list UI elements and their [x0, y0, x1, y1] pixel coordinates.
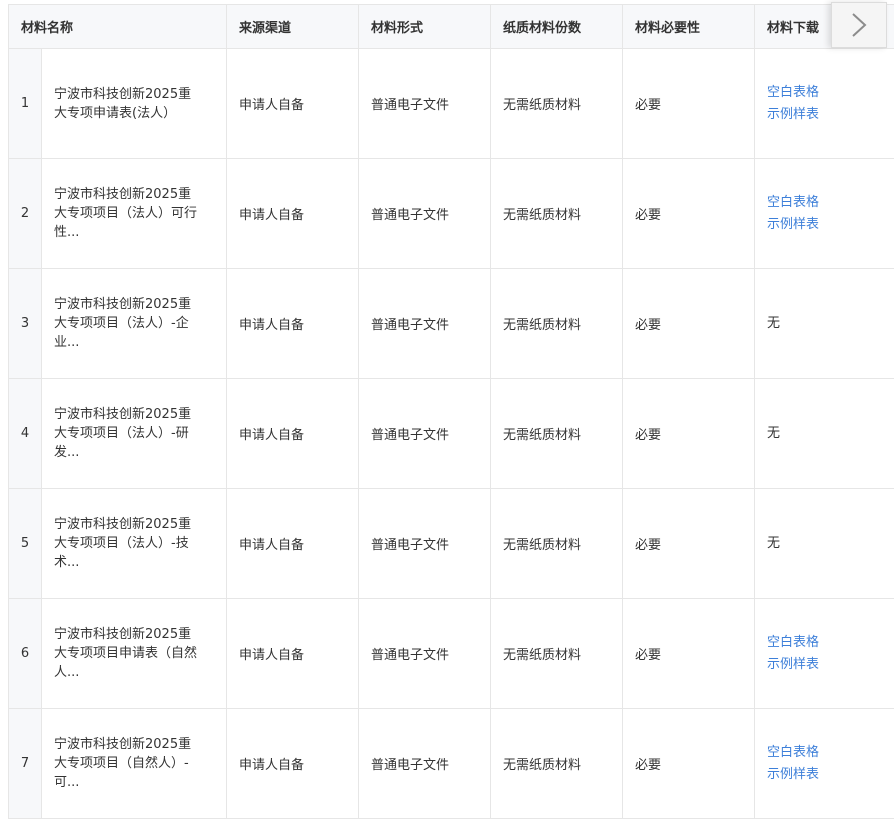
material-form: 普通电子文件 [358, 488, 492, 599]
material-name-line: 宁波市科技创新2025重 [54, 86, 192, 102]
no-download-text: 无 [767, 425, 781, 441]
blank-form-link[interactable]: 空白表格 [767, 192, 882, 214]
material-name[interactable]: 宁波市科技创新2025重 大专项申请表(法人） [40, 48, 228, 159]
material-name[interactable]: 宁波市科技创新2025重 大专项项目（法人）-研 发... [40, 378, 228, 489]
necessity: 必要 [622, 488, 756, 599]
table-row: 5 宁波市科技创新2025重 大专项项目（法人）-技 术... 申请人自备 普通… [8, 488, 894, 599]
table-row: 2 宁波市科技创新2025重 大专项项目（法人）可行 性... 申请人自备 普通… [8, 158, 894, 269]
material-name-line: 大专项申请表(法人） [54, 105, 177, 121]
table-row: 4 宁波市科技创新2025重 大专项项目（法人）-研 发... 申请人自备 普通… [8, 378, 894, 489]
table-header: 材料名称 来源渠道 材料形式 纸质材料份数 材料必要性 材料下载 [7, 4, 894, 49]
row-index: 2 [8, 158, 42, 269]
header-material-form: 材料形式 [358, 4, 492, 49]
material-name-line: 大专项项目申请表（自然 [54, 646, 198, 661]
paper-count: 无需纸质材料 [490, 708, 624, 819]
material-name-line: 宁波市科技创新2025重 [54, 297, 192, 312]
material-form: 普通电子文件 [358, 268, 492, 379]
paper-count: 无需纸质材料 [490, 488, 624, 599]
blank-form-link[interactable]: 空白表格 [767, 632, 882, 654]
material-name-line: 大专项项目（法人）可行 [54, 206, 198, 221]
chevron-right-icon [852, 13, 867, 37]
source-channel: 申请人自备 [226, 378, 360, 489]
row-index: 3 [8, 268, 42, 379]
material-name-line: 宁波市科技创新2025重 [54, 737, 192, 752]
material-name[interactable]: 宁波市科技创新2025重 大专项项目（自然人）- 可... [40, 708, 228, 819]
material-name-line: 大专项项目（自然人）- [54, 756, 189, 771]
material-name[interactable]: 宁波市科技创新2025重 大专项项目申请表（自然 人... [40, 598, 228, 709]
material-name[interactable]: 宁波市科技创新2025重 大专项项目（法人）-技 术... [40, 488, 228, 599]
no-download-text: 无 [767, 315, 781, 331]
sample-form-link[interactable]: 示例样表 [767, 214, 882, 236]
download-cell: 空白表格 示例样表 [754, 708, 894, 819]
source-channel: 申请人自备 [226, 708, 360, 819]
table-row: 3 宁波市科技创新2025重 大专项项目（法人）-企 业... 申请人自备 普通… [8, 268, 894, 379]
material-name-line: 宁波市科技创新2025重 [54, 517, 192, 532]
necessity: 必要 [622, 158, 756, 269]
sample-form-link[interactable]: 示例样表 [767, 764, 882, 786]
paper-count: 无需纸质材料 [490, 48, 624, 159]
row-index: 5 [8, 488, 42, 599]
material-name-line: 发... [54, 445, 80, 460]
download-cell: 无 [754, 488, 894, 599]
header-paper-count: 纸质材料份数 [490, 4, 624, 49]
paper-count: 无需纸质材料 [490, 158, 624, 269]
table-row: 6 宁波市科技创新2025重 大专项项目申请表（自然 人... 申请人自备 普通… [8, 598, 894, 709]
download-cell: 空白表格 示例样表 [754, 598, 894, 709]
download-cell: 无 [754, 268, 894, 379]
material-name-line: 大专项项目（法人）-技 [54, 536, 189, 551]
material-form: 普通电子文件 [358, 48, 492, 159]
necessity: 必要 [622, 598, 756, 709]
necessity: 必要 [622, 378, 756, 489]
table-row: 1 宁波市科技创新2025重 大专项申请表(法人） 申请人自备 普通电子文件 无… [8, 48, 894, 159]
paper-count: 无需纸质材料 [490, 598, 624, 709]
material-name-line: 宁波市科技创新2025重 [54, 187, 192, 202]
materials-panel: 材料名称 来源渠道 材料形式 纸质材料份数 材料必要性 材料下载 1 宁波市科技… [0, 0, 894, 819]
download-cell: 空白表格 示例样表 [754, 158, 894, 269]
no-download-text: 无 [767, 535, 781, 551]
material-name-line: 术... [54, 555, 80, 570]
paper-count: 无需纸质材料 [490, 378, 624, 489]
material-name[interactable]: 宁波市科技创新2025重 大专项项目（法人）-企 业... [40, 268, 228, 379]
row-index: 6 [8, 598, 42, 709]
download-cell: 空白表格 示例样表 [754, 48, 894, 159]
source-channel: 申请人自备 [226, 598, 360, 709]
header-source-channel: 来源渠道 [226, 4, 360, 49]
row-index: 1 [8, 48, 42, 159]
scroll-right-button[interactable] [831, 2, 887, 48]
material-form: 普通电子文件 [358, 708, 492, 819]
row-index: 7 [8, 708, 42, 819]
material-name-line: 可... [54, 775, 80, 790]
necessity: 必要 [622, 268, 756, 379]
necessity: 必要 [622, 708, 756, 819]
sample-form-link[interactable]: 示例样表 [767, 654, 882, 676]
source-channel: 申请人自备 [226, 158, 360, 269]
source-channel: 申请人自备 [226, 488, 360, 599]
material-name-line: 大专项项目（法人）-研 [54, 426, 189, 441]
material-name-line: 大专项项目（法人）-企 [54, 316, 189, 331]
table-row: 7 宁波市科技创新2025重 大专项项目（自然人）- 可... 申请人自备 普通… [8, 708, 894, 819]
table-body: 1 宁波市科技创新2025重 大专项申请表(法人） 申请人自备 普通电子文件 无… [8, 48, 894, 819]
necessity: 必要 [622, 48, 756, 159]
material-name-line: 业... [54, 335, 80, 350]
header-necessity: 材料必要性 [622, 4, 756, 49]
material-name-line: 性... [54, 225, 80, 240]
material-form: 普通电子文件 [358, 598, 492, 709]
source-channel: 申请人自备 [226, 48, 360, 159]
source-channel: 申请人自备 [226, 268, 360, 379]
material-form: 普通电子文件 [358, 378, 492, 489]
material-form: 普通电子文件 [358, 158, 492, 269]
material-name-line: 人... [54, 665, 80, 680]
material-name-line: 宁波市科技创新2025重 [54, 627, 192, 642]
materials-table: 材料名称 来源渠道 材料形式 纸质材料份数 材料必要性 材料下载 1 宁波市科技… [7, 4, 894, 819]
blank-form-link[interactable]: 空白表格 [767, 742, 882, 764]
paper-count: 无需纸质材料 [490, 268, 624, 379]
row-index: 4 [8, 378, 42, 489]
blank-form-link[interactable]: 空白表格 [767, 82, 882, 104]
sample-form-link[interactable]: 示例样表 [767, 104, 882, 126]
material-name[interactable]: 宁波市科技创新2025重 大专项项目（法人）可行 性... [40, 158, 228, 269]
download-cell: 无 [754, 378, 894, 489]
material-name-line: 宁波市科技创新2025重 [54, 407, 192, 422]
header-material-name: 材料名称 [7, 4, 228, 49]
